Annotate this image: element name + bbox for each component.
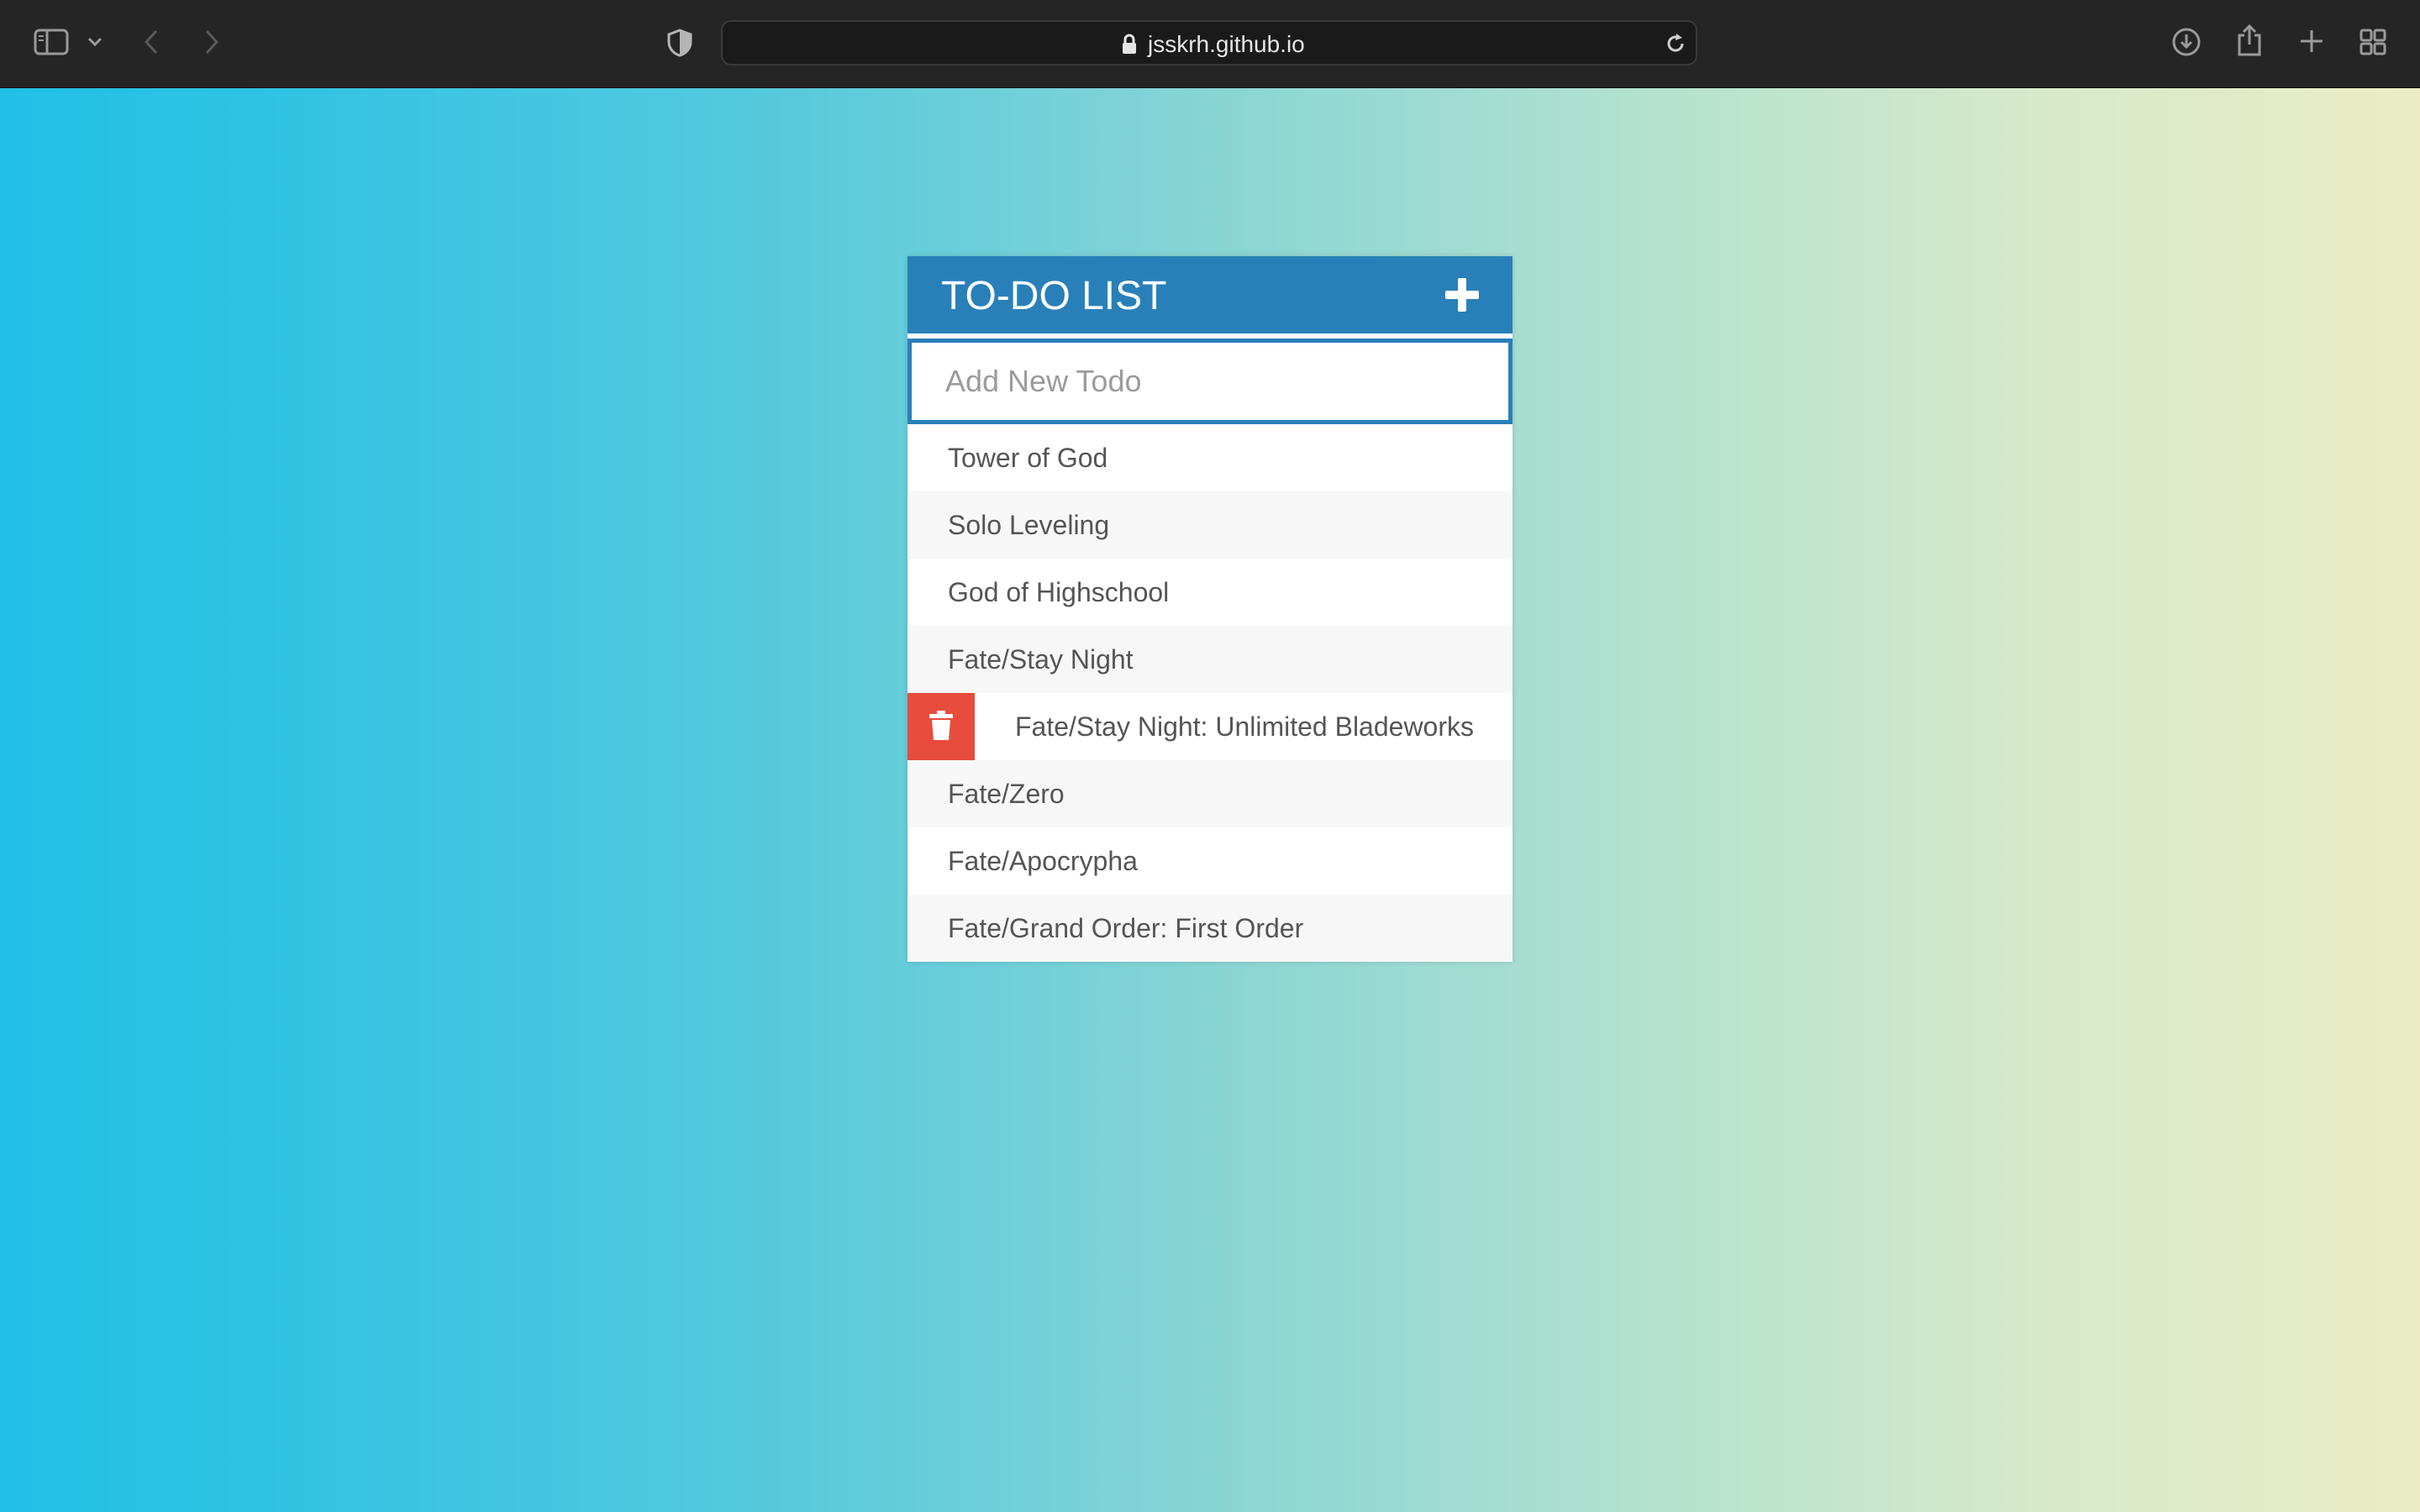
- delete-todo-button[interactable]: [908, 693, 975, 760]
- todo-text: Fate/Stay Night: [948, 644, 1134, 675]
- sidebar-icon[interactable]: [34, 29, 69, 55]
- download-icon[interactable]: [2171, 27, 2202, 57]
- lock-icon: [1121, 34, 1138, 55]
- chevron-down-icon[interactable]: [87, 37, 103, 47]
- new-todo-input[interactable]: [908, 339, 1512, 424]
- todo-text: Fate/Zero: [948, 779, 1065, 809]
- todo-header: TO-DO LIST: [908, 256, 1512, 333]
- forward-icon[interactable]: [203, 29, 220, 55]
- todo-text: Fate/Apocrypha: [948, 846, 1138, 876]
- todo-item[interactable]: Fate/Grand Order: First Order: [908, 895, 1512, 962]
- todo-text: Tower of God: [948, 443, 1108, 473]
- todo-item[interactable]: Fate/Zero: [908, 760, 1512, 827]
- tab-overview-icon[interactable]: [2360, 29, 2386, 55]
- share-icon[interactable]: [2235, 24, 2264, 57]
- todo-card: TO-DO LIST Tower of God Solo Leveling God …: [908, 256, 1512, 962]
- browser-toolbar: jsskrh.github.io: [0, 0, 2420, 88]
- todo-text: God of Highschool: [948, 577, 1170, 607]
- todo-item[interactable]: Fate/Apocrypha: [908, 827, 1512, 895]
- reload-icon[interactable]: [1664, 32, 1687, 55]
- todo-text: Fate/Stay Night: Unlimited Bladeworks: [1015, 711, 1474, 742]
- page-title: TO-DO LIST: [941, 274, 1167, 318]
- page-background: TO-DO LIST Tower of God Solo Leveling God …: [0, 88, 2420, 1512]
- todo-item[interactable]: Tower of God: [908, 424, 1512, 491]
- plus-icon[interactable]: [1442, 275, 1482, 315]
- new-tab-icon[interactable]: [2299, 29, 2324, 54]
- trash-icon: [929, 711, 953, 740]
- todo-list: Tower of God Solo Leveling God of Highscho…: [908, 424, 1512, 962]
- new-todo-wrapper: [908, 333, 1512, 424]
- todo-item[interactable]: God of Highschool: [908, 559, 1512, 626]
- todo-text: Solo Leveling: [948, 510, 1110, 540]
- shield-icon[interactable]: [667, 29, 692, 57]
- todo-text: Fate/Grand Order: First Order: [948, 913, 1304, 943]
- todo-item[interactable]: Fate/Stay Night: [908, 626, 1512, 693]
- todo-item[interactable]: Fate/Stay Night: Unlimited Bladeworks: [908, 693, 1512, 760]
- todo-item[interactable]: Solo Leveling: [908, 491, 1512, 559]
- url-text: jsskrh.github.io: [1148, 31, 1305, 57]
- address-bar[interactable]: jsskrh.github.io: [721, 20, 1697, 66]
- back-icon[interactable]: [143, 29, 160, 55]
